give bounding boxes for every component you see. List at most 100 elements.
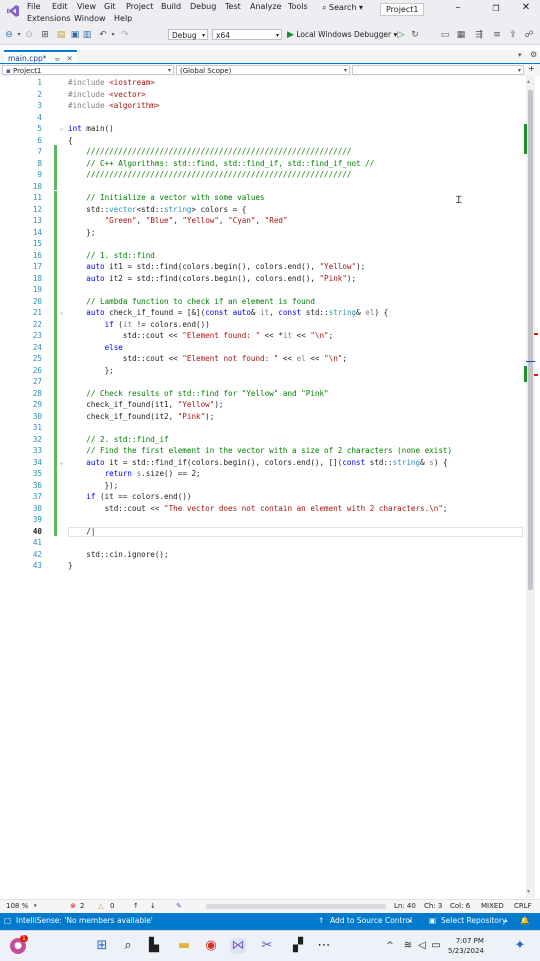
battery-icon[interactable]: ▭ (428, 938, 444, 954)
code-line[interactable]: 25 std::cout << "Element not found: " <<… (0, 353, 524, 365)
code-line[interactable]: 4 (0, 112, 524, 124)
file-explorer-icon[interactable]: ▬ (176, 938, 192, 954)
back-dropdown-icon[interactable]: ▾ (14, 30, 24, 40)
code-line[interactable]: 5 ⌄ int main() (0, 123, 524, 135)
member-scope-select[interactable]: ▾ (352, 65, 524, 75)
hot-reload-icon[interactable]: ↻ (410, 30, 420, 40)
global-scope-select[interactable]: (Global Scope) ▾ (176, 65, 350, 75)
select-repository-button[interactable]: Select Repository (441, 916, 506, 925)
layout-icon[interactable]: ▭ (440, 30, 450, 40)
chrome-icon[interactable]: ◉ (203, 938, 219, 954)
code-line[interactable]: 31 (0, 422, 524, 434)
code-line[interactable]: 26 }; (0, 365, 524, 377)
code-line[interactable]: 33 // Find the first element in the vect… (0, 445, 524, 457)
fold-toggle-icon[interactable]: ⌄ (58, 123, 65, 135)
tab-close-icon[interactable]: ✕ (66, 54, 72, 63)
code-line[interactable]: 13 "Green", "Blue", "Yellow", "Cyan", "R… (0, 215, 524, 227)
undo-icon[interactable]: ↶ (98, 30, 108, 40)
menu-tools[interactable]: Tools (288, 2, 308, 11)
code-line[interactable]: 36 }); (0, 480, 524, 492)
start-without-debug-icon[interactable]: ▷ (396, 30, 406, 40)
menu-help[interactable]: Help (114, 14, 132, 23)
code-line[interactable]: 21 ⌄ auto check_if_found = [&](const auto… (0, 307, 524, 319)
code-line[interactable]: 28 // Check results of std::find for "Ye… (0, 388, 524, 400)
horizontal-scrollbar[interactable] (206, 904, 386, 909)
code-line[interactable]: 23 std::cout << "Element found: " << *it… (0, 330, 524, 342)
pin-icon[interactable]: ᚚ (55, 54, 60, 63)
warning-count[interactable]: 0 (110, 902, 114, 910)
code-line[interactable]: 35 return s.size() == 2; (0, 468, 524, 480)
task-view-icon[interactable]: ▙ (146, 938, 162, 954)
menu-extensions[interactable]: Extensions (27, 14, 70, 23)
save-icon[interactable]: ▣ (70, 30, 80, 40)
code-line[interactable]: 43} (0, 560, 524, 572)
line-ending-indicator[interactable]: CRLF (514, 902, 532, 910)
tab-main-cpp[interactable]: main.cpp* ᚚ ✕ (4, 50, 77, 63)
code-line[interactable]: 27 (0, 376, 524, 388)
code-line[interactable]: 7 //////////////////////////////////////… (0, 146, 524, 158)
code-line[interactable]: 34 ⌄ auto it = std::find_if(colors.begin(… (0, 457, 524, 469)
code-line[interactable]: 29 check_if_found(it1, "Yellow"); (0, 399, 524, 411)
code-line[interactable]: 9 //////////////////////////////////////… (0, 169, 524, 181)
arrow-down-icon[interactable]: ↓ (150, 902, 156, 910)
menu-debug[interactable]: Debug (190, 2, 216, 11)
tab-overflow-icon[interactable]: ▾ (518, 51, 522, 59)
format-icon[interactable]: ⇶ (474, 30, 484, 40)
redo-icon[interactable]: ↷ (120, 30, 130, 40)
code-line[interactable]: 17 auto it1 = std::find(colors.begin(), … (0, 261, 524, 273)
code-line[interactable]: 2 #include <vector> (0, 89, 524, 101)
code-line[interactable]: 18 auto it2 = std::find(colors.begin(), … (0, 273, 524, 285)
fold-toggle-icon[interactable]: ⌄ (58, 457, 65, 469)
warning-icon[interactable]: △ (98, 902, 103, 910)
new-project-icon[interactable]: ⊞ (40, 30, 50, 40)
code-line[interactable]: 39 (0, 514, 524, 526)
scroll-down-icon[interactable]: ▾ (527, 888, 530, 895)
tabs-mode-indicator[interactable]: MIXED (481, 902, 504, 910)
split-icon[interactable]: + (528, 64, 535, 73)
code-line[interactable]: 12 std::vector<std::string> colors = { (0, 204, 524, 216)
snipping-tool-icon[interactable]: ✂ (259, 938, 275, 954)
add-to-source-control-button[interactable]: Add to Source Control (330, 916, 412, 925)
error-icon[interactable]: ⊗ (70, 902, 76, 910)
chevron-up-icon[interactable]: ▴ (409, 918, 412, 924)
menu-edit[interactable]: Edit (52, 2, 68, 11)
project-scope-select[interactable]: ▪ Project1 ▾ (2, 65, 174, 75)
back-icon[interactable]: ⊖ (4, 30, 14, 40)
menu-build[interactable]: Build (161, 2, 181, 11)
code-line[interactable]: 20 // Lambda function to check if an ele… (0, 296, 524, 308)
open-folder-icon[interactable]: ▤ (56, 30, 66, 40)
windows-start-icon[interactable]: ⊞ (94, 938, 110, 954)
menu-file[interactable]: File (27, 2, 40, 11)
feedback-icon[interactable]: ☍ (524, 30, 534, 40)
notifications-bell-icon[interactable]: 🔔 (520, 916, 529, 925)
code-line[interactable]: 10 (0, 181, 524, 193)
menu-analyze[interactable]: Analyze (250, 2, 282, 11)
code-line[interactable]: 16 // 1. std::find (0, 250, 524, 262)
code-line[interactable]: 40 /| (0, 526, 524, 538)
menu-view[interactable]: View (77, 2, 96, 11)
restore-icon[interactable]: ❐ (488, 4, 504, 13)
code-line[interactable]: 22 if (it != colors.end()) (0, 319, 524, 331)
arrow-up-icon[interactable]: ↑ (133, 902, 139, 910)
search-icon[interactable]: ⌕ (120, 938, 136, 954)
scroll-up-icon[interactable]: ▴ (527, 78, 530, 85)
scrollbar-thumb[interactable] (528, 90, 533, 590)
code-line[interactable]: 1 #include <iostream> (0, 77, 524, 89)
code-line[interactable]: 24 else (0, 342, 524, 354)
save-all-icon[interactable]: ▥ (82, 30, 92, 40)
platform-select[interactable]: x64 ▾ (212, 29, 282, 40)
menu-git[interactable]: Git (104, 2, 116, 11)
code-line[interactable]: 3 #include <algorithm> (0, 100, 524, 112)
code-line[interactable]: 11 // Initialize a vector with some valu… (0, 192, 524, 204)
brush-icon[interactable]: ✎ (176, 902, 182, 910)
code-line[interactable]: 8 // C++ Algorithms: std::find, std::fin… (0, 158, 524, 170)
forward-icon[interactable]: ⊙ (24, 30, 34, 40)
code-line[interactable]: 14 }; (0, 227, 524, 239)
fold-toggle-icon[interactable]: ⌄ (58, 307, 65, 319)
comment-icon[interactable]: ≡ (492, 30, 502, 40)
chevron-up-icon[interactable]: ▴ (505, 918, 508, 924)
search-button[interactable]: ⌕ Search ▾ (322, 3, 363, 13)
close-icon[interactable]: ✕ (518, 2, 534, 13)
menu-project[interactable]: Project (126, 2, 153, 11)
code-line[interactable]: 37 if (it == colors.end()) (0, 491, 524, 503)
